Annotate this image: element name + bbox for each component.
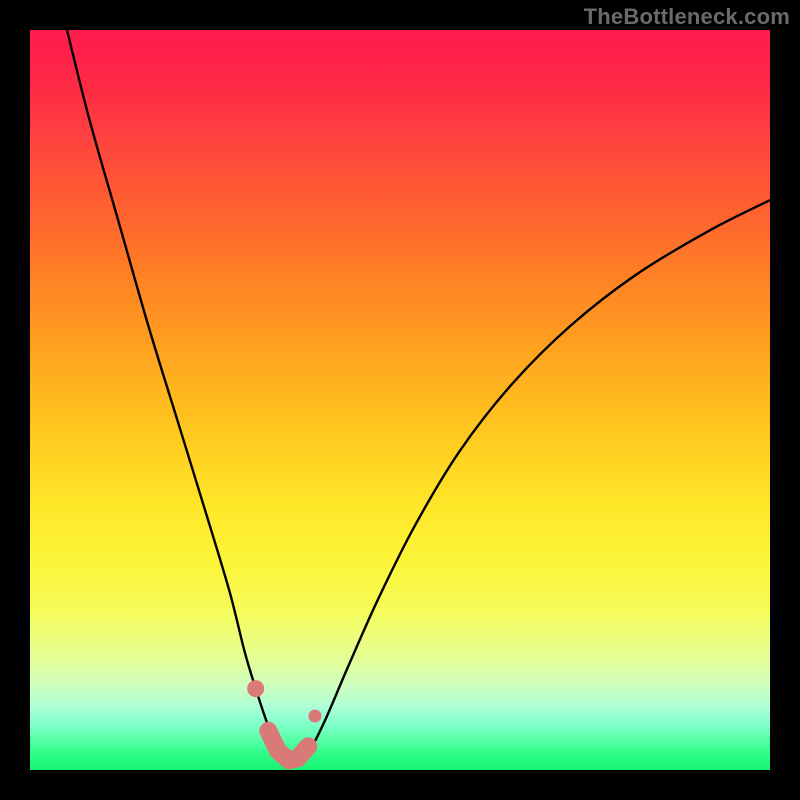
highlight-markers [247,680,321,760]
watermark-text: TheBottleneck.com [584,4,790,30]
chart-frame: TheBottleneck.com [0,0,800,800]
highlight-u-stroke [268,731,308,761]
highlight-end-dot [247,680,264,697]
bottleneck-curve [67,30,770,763]
curve-svg [30,30,770,770]
highlight-end-dot [308,709,321,722]
plot-area [30,30,770,770]
